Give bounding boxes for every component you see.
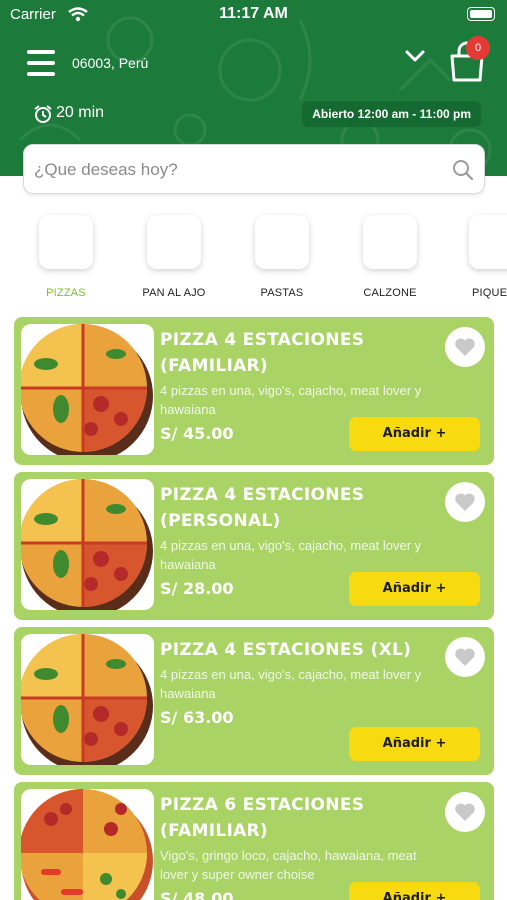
category-thumbnail	[147, 215, 201, 269]
product-description: 4 pizzas en una, vigo's, cajacho, meat l…	[160, 667, 422, 701]
product-price: S/ 28.00	[160, 579, 234, 598]
status-bar: Carrier 11:17 AM	[0, 0, 507, 30]
product-title: PIZZA 4 ESTACIONES (XL)	[160, 640, 412, 660]
heart-icon	[455, 493, 475, 511]
category-pan-al-ajo[interactable]: PAN AL AJO	[129, 205, 219, 299]
search-input[interactable]	[34, 153, 434, 187]
cart-count-badge: 0	[466, 36, 490, 60]
favorite-button[interactable]	[445, 327, 485, 367]
pizza-image	[21, 789, 154, 900]
product-card[interactable]: PIZZA 4 ESTACIONES (FAMILIAR) 4 pizzas e…	[14, 317, 494, 465]
hamburger-menu-icon[interactable]	[27, 50, 55, 76]
category-label: PAN AL AJO	[142, 287, 206, 299]
chevron-down-icon[interactable]	[404, 46, 426, 66]
product-title: PIZZA 4 ESTACIONES (FAMILIAR)	[160, 330, 365, 376]
add-to-cart-button[interactable]: Añadir +	[349, 417, 480, 451]
product-title: PIZZA 6 ESTACIONES (FAMILIAR)	[160, 795, 365, 841]
add-to-cart-button[interactable]: Añadir +	[349, 727, 480, 761]
add-to-cart-button[interactable]: Añadir +	[349, 882, 480, 900]
category-label: PIZZAS	[46, 287, 86, 299]
product-card[interactable]: PIZZA 4 ESTACIONES (XL) 4 pizzas en una,…	[14, 627, 494, 775]
product-description: 4 pizzas en una, vigo's, cajacho, meat l…	[160, 383, 422, 417]
location-label[interactable]: 06003, Perú	[72, 55, 148, 71]
category-calzone[interactable]: CALZONE	[345, 205, 435, 299]
category-pizzas[interactable]: PIZZAS	[21, 205, 111, 299]
search-bar	[23, 144, 485, 194]
category-thumbnail	[469, 215, 507, 269]
category-label: CALZONE	[363, 287, 417, 299]
category-thumbnail	[363, 215, 417, 269]
battery-icon	[467, 7, 495, 21]
category-piqueo[interactable]: PIQUEO	[453, 205, 507, 299]
product-title: PIZZA 4 ESTACIONES (PERSONAL)	[160, 485, 365, 531]
search-icon[interactable]	[452, 159, 474, 181]
category-thumbnail	[255, 215, 309, 269]
add-to-cart-button[interactable]: Añadir +	[349, 572, 480, 606]
heart-icon	[455, 803, 475, 821]
delivery-time: 20 min	[56, 104, 105, 121]
heart-icon	[455, 338, 475, 356]
product-description: Vigo's, gringo loco, cajacho, hawaiana, …	[160, 848, 417, 882]
pizza-image	[21, 634, 154, 765]
category-list: PIZZAS PAN AL AJO PASTAS CALZONE PIQUEO	[0, 205, 507, 305]
heart-icon	[455, 648, 475, 666]
favorite-button[interactable]	[445, 637, 485, 677]
product-price: S/ 63.00	[160, 708, 234, 727]
category-pastas[interactable]: PASTAS	[237, 205, 327, 299]
product-price: S/ 48.00	[160, 889, 234, 900]
product-card[interactable]: PIZZA 4 ESTACIONES (PERSONAL) 4 pizzas e…	[14, 472, 494, 620]
product-price: S/ 45.00	[160, 424, 234, 443]
opening-hours-badge: Abierto 12:00 am - 11:00 pm	[302, 101, 481, 127]
product-card[interactable]: PIZZA 6 ESTACIONES (FAMILIAR) Vigo's, gr…	[14, 782, 494, 900]
pizza-image	[21, 479, 154, 610]
favorite-button[interactable]	[445, 482, 485, 522]
category-label: PASTAS	[260, 287, 304, 299]
category-label: PIQUEO	[472, 287, 507, 299]
alarm-clock-icon	[34, 105, 52, 123]
status-time: 11:17 AM	[219, 5, 288, 22]
pizza-image	[21, 324, 154, 455]
favorite-button[interactable]	[445, 792, 485, 832]
product-description: 4 pizzas en una, vigo's, cajacho, meat l…	[160, 538, 422, 572]
category-thumbnail	[39, 215, 93, 269]
